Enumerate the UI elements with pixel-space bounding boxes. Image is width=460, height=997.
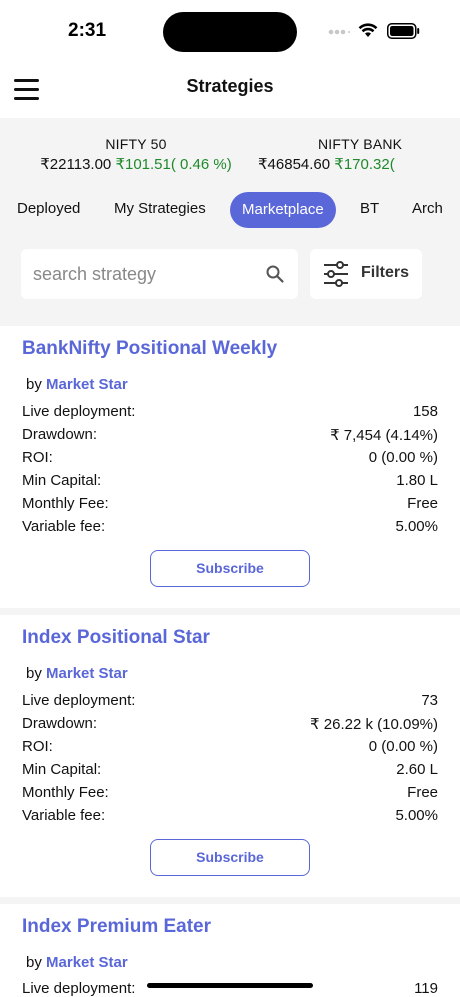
author-name[interactable]: Market Star: [46, 376, 128, 393]
index-name: NIFTY BANK: [318, 136, 403, 152]
wifi-icon: [358, 23, 378, 37]
live-deployment-value: 119: [414, 980, 438, 997]
monthly-fee-label: Monthly Fee:: [22, 495, 109, 512]
strategy-card: BankNifty Positional Weekly by Market St…: [0, 326, 460, 608]
roi-value: 0 (0.00 %): [368, 738, 438, 755]
search-box: [21, 249, 298, 299]
roi-label: ROI:: [22, 738, 53, 755]
tab-deployed[interactable]: Deployed: [17, 192, 80, 228]
index-nifty50: NIFTY 50 ₹22113.00 ₹101.51( 0.46 %): [38, 136, 234, 173]
by-label: by: [26, 376, 42, 393]
min-capital-label: Min Capital:: [22, 761, 102, 778]
drawdown-value: ₹ 7,454 (4.14%): [330, 427, 438, 444]
live-deployment-row: Live deployment: 158: [22, 403, 438, 425]
status-time: 2:31: [68, 20, 107, 41]
live-deployment-label: Live deployment:: [22, 980, 136, 997]
index-name: NIFTY 50: [105, 136, 167, 152]
variable-fee-row: Variable fee: 5.00%: [22, 518, 438, 540]
status-bar: 2:31: [0, 0, 460, 62]
dynamic-island: [163, 12, 297, 52]
drawdown-label: Drawdown:: [22, 426, 98, 443]
tab-bt[interactable]: BT: [360, 192, 379, 228]
live-deployment-label: Live deployment:: [22, 692, 136, 709]
variable-fee-row: Variable fee: 5.00%: [22, 807, 438, 829]
drawdown-value: ₹ 26.22 k (10.09%): [310, 716, 438, 733]
page-title: Strategies: [186, 76, 274, 96]
index-change: ₹170.32(: [334, 156, 395, 173]
home-indicator[interactable]: [147, 983, 313, 988]
monthly-fee-row: Monthly Fee: Free: [22, 784, 438, 806]
live-deployment-label: Live deployment:: [22, 403, 136, 420]
tab-my-strategies[interactable]: My Strategies: [114, 192, 206, 228]
monthly-fee-row: Monthly Fee: Free: [22, 495, 438, 517]
subscribe-button[interactable]: Subscribe: [150, 839, 310, 876]
min-capital-value: 2.60 L: [396, 761, 438, 778]
live-deployment-value: 158: [412, 403, 438, 420]
live-deployment-value: 73: [421, 692, 438, 709]
drawdown-label: Drawdown:: [22, 715, 98, 732]
min-capital-value: 1.80 L: [396, 472, 438, 489]
roi-row: ROI: 0 (0.00 %): [22, 738, 438, 760]
roi-row: ROI: 0 (0.00 %): [22, 449, 438, 471]
tab-marketplace[interactable]: Marketplace: [230, 192, 336, 228]
variable-fee-label: Variable fee:: [22, 807, 106, 824]
index-niftybank: NIFTY BANK ₹46854.60 ₹170.32(: [258, 136, 460, 173]
variable-fee-value: 5.00%: [395, 518, 438, 535]
monthly-fee-value: Free: [407, 784, 438, 801]
by-label: by: [26, 954, 42, 971]
author-name[interactable]: Market Star: [46, 665, 128, 682]
index-change: ₹101.51( 0.46 %): [115, 156, 232, 173]
live-deployment-row: Live deployment: 73: [22, 692, 438, 714]
filters-label: Filters: [361, 264, 410, 281]
strategy-title[interactable]: BankNifty Positional Weekly: [22, 338, 277, 360]
drawdown-row: Drawdown: ₹ 7,454 (4.14%): [22, 426, 438, 448]
author-name[interactable]: Market Star: [46, 954, 128, 971]
drawdown-row: Drawdown: ₹ 26.22 k (10.09%): [22, 715, 438, 737]
strategy-title[interactable]: Index Premium Eater: [22, 916, 211, 938]
subscribe-button[interactable]: Subscribe: [150, 550, 310, 587]
filters-button[interactable]: Filters: [310, 249, 422, 299]
min-capital-row: Min Capital: 1.80 L: [22, 472, 438, 494]
index-price: ₹22113.00: [40, 156, 112, 173]
index-price: ₹46854.60: [258, 156, 331, 173]
app-header: Strategies: [0, 62, 460, 118]
search-input[interactable]: [33, 249, 253, 299]
roi-value: 0 (0.00 %): [368, 449, 438, 466]
monthly-fee-label: Monthly Fee:: [22, 784, 109, 801]
search-icon[interactable]: [266, 265, 284, 283]
min-capital-row: Min Capital: 2.60 L: [22, 761, 438, 783]
filters-icon: [324, 261, 348, 287]
min-capital-label: Min Capital:: [22, 472, 102, 489]
strategy-tabs: Deployed My Strategies Marketplace BT Ar…: [0, 192, 460, 228]
author-line: by Market Star: [26, 665, 128, 682]
variable-fee-value: 5.00%: [395, 807, 438, 824]
tab-archive[interactable]: Arch: [412, 192, 443, 228]
cellular-signal-icon: [328, 29, 350, 35]
strategy-card: Index Positional Star by Market Star Liv…: [0, 615, 460, 897]
author-line: by Market Star: [26, 376, 128, 393]
strategy-title[interactable]: Index Positional Star: [22, 627, 210, 649]
author-line: by Market Star: [26, 954, 128, 971]
variable-fee-label: Variable fee:: [22, 518, 106, 535]
roi-label: ROI:: [22, 449, 53, 466]
by-label: by: [26, 665, 42, 682]
battery-icon: [387, 23, 420, 39]
monthly-fee-value: Free: [407, 495, 438, 512]
